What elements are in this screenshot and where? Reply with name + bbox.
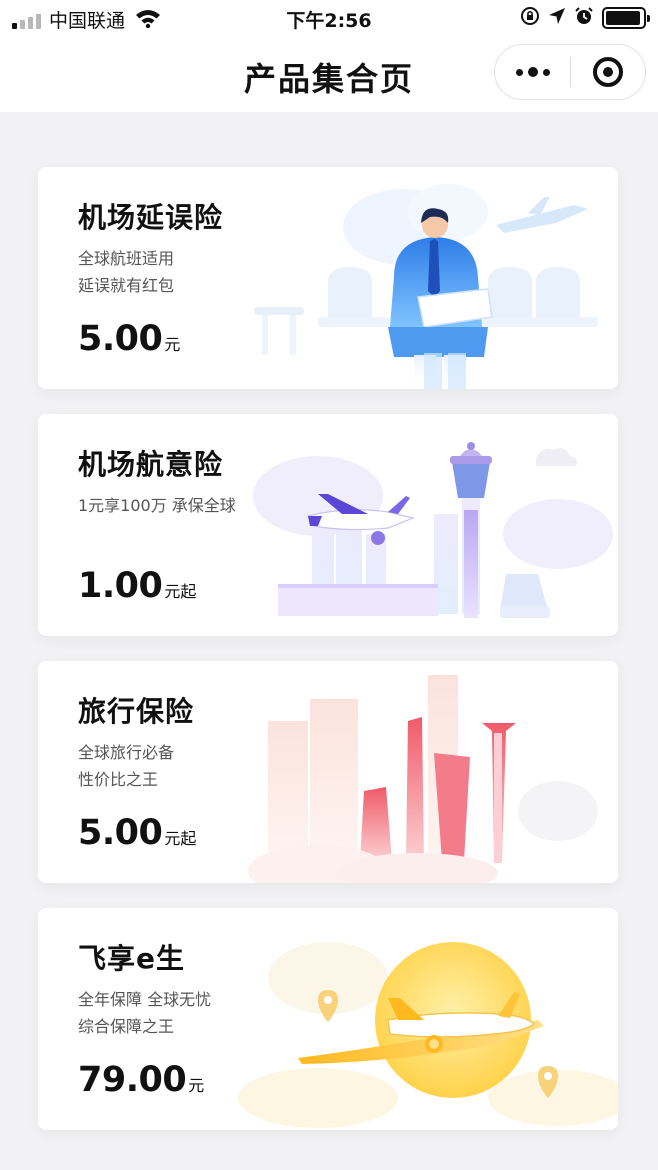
- price-value: 5.00: [78, 319, 163, 359]
- close-miniprogram-button[interactable]: [571, 44, 645, 100]
- product-price: 5.00 元起: [78, 813, 196, 853]
- product-desc-line: 全年保障 全球无忧: [78, 990, 212, 1009]
- product-desc-line: 全球旅行必备: [78, 743, 175, 762]
- product-desc-line: 性价比之王: [78, 770, 159, 789]
- orientation-lock-icon: [520, 6, 540, 30]
- price-value: 5.00: [78, 813, 163, 853]
- product-price: 1.00 元起: [78, 566, 196, 606]
- status-right: [520, 6, 650, 30]
- product-description: 全球旅行必备 性价比之王: [78, 739, 318, 793]
- price-value: 1.00: [78, 566, 163, 606]
- product-desc-line: 全球航班适用: [78, 249, 175, 268]
- product-title: 飞享e生: [78, 942, 185, 975]
- product-desc-line: 延误就有红包: [78, 276, 175, 295]
- more-dots-icon: [542, 68, 550, 76]
- more-button[interactable]: [495, 44, 570, 100]
- battery-level: [606, 11, 641, 25]
- location-arrow-icon: [548, 7, 566, 29]
- product-card-airport-accident[interactable]: 机场航意险 1元享100万 承保全球 1.00 元起: [38, 414, 618, 636]
- price-unit: 元起: [164, 582, 197, 601]
- product-desc-line: 1元享100万 承保全球: [78, 496, 236, 515]
- product-description: 1元享100万 承保全球: [78, 492, 318, 519]
- product-description: 全球航班适用 延误就有红包: [78, 245, 318, 299]
- product-price: 79.00 元: [78, 1060, 204, 1100]
- product-desc-line: 综合保障之王: [78, 1017, 175, 1036]
- product-card-travel[interactable]: 旅行保险 全球旅行必备 性价比之王 5.00 元起: [38, 661, 618, 883]
- battery-icon: [602, 7, 650, 29]
- product-price: 5.00 元: [78, 319, 180, 359]
- price-unit: 元起: [164, 829, 197, 848]
- product-card-flight-delay[interactable]: 机场延误险 全球航班适用 延误就有红包 5.00 元: [38, 167, 618, 389]
- target-circle-icon: [592, 57, 623, 87]
- price-unit: 元: [188, 1076, 205, 1095]
- price-unit: 元: [164, 335, 181, 354]
- nav-bar: 产品集合页: [0, 36, 658, 112]
- status-bar: 中国联通 下午2:56: [0, 0, 658, 36]
- product-title: 机场延误险: [78, 201, 224, 234]
- product-title: 旅行保险: [78, 695, 195, 728]
- price-value: 79.00: [78, 1060, 187, 1100]
- alarm-clock-icon: [574, 6, 594, 30]
- product-card-annual[interactable]: 飞享e生 全年保障 全球无忧 综合保障之王 79.00 元: [38, 908, 618, 1130]
- product-title: 机场航意险: [78, 448, 224, 481]
- product-description: 全年保障 全球无忧 综合保障之王: [78, 986, 318, 1040]
- more-dots-icon: [527, 67, 538, 77]
- more-dots-icon: [515, 68, 523, 76]
- miniprogram-capsule: [494, 44, 646, 100]
